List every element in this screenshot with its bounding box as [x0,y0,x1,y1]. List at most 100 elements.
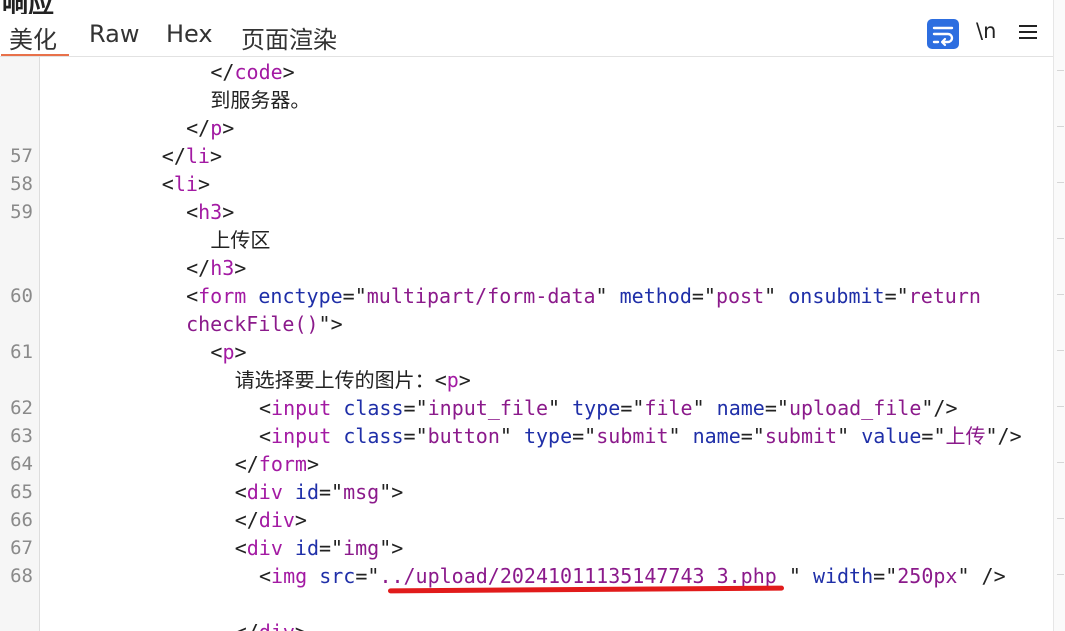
code-token: div [246,536,283,560]
code-token: div [259,620,295,631]
code-token: < [259,424,272,448]
code-token: > [306,452,319,476]
line-number: 67 [10,537,33,559]
show-newlines-button[interactable]: \n [976,19,996,43]
line-number: 66 [10,509,33,531]
code-line: 60 <form enctype="multipart/form-data" me… [0,282,1053,310]
code-token: " [692,396,717,420]
line-number: 62 [10,397,33,419]
line-number: 58 [10,173,33,195]
code-token: post [715,284,765,308]
tab-hex[interactable]: Hex [166,20,213,50]
code-line: 请选择要上传的图片：<p> [0,366,1053,394]
code-token: input [271,424,332,448]
code-token: onsubmit [788,284,885,308]
code-text: </code> [210,58,294,86]
code-token: =" [355,564,380,588]
code-token: " [499,424,524,448]
code-token: 到服务器。 [210,88,311,112]
code-token: img [271,564,308,588]
line-number: 61 [10,341,33,363]
tab-render[interactable]: 页面渲染 [241,20,337,54]
code-token: </ [161,144,186,168]
tab-pretty[interactable]: 美化 [1,20,69,56]
code-token: =" [620,396,645,420]
code-token: " [764,284,789,308]
code-text: <p> [210,338,246,366]
code-token: =" [764,396,789,420]
hamburger-menu-icon [1019,25,1037,39]
code-line: 上传区 [0,226,1053,254]
code-token: type [523,424,573,448]
code-token: value [861,424,922,448]
code-token: name [716,396,765,420]
code-token: > [458,368,471,392]
code-text: </li> [162,142,222,170]
code-token: msg [343,480,380,504]
code-token: " [837,424,862,448]
code-token: checkFile() [186,312,319,336]
scrollbar-marker [1057,126,1064,127]
code-token: < [234,480,247,504]
line-number: 60 [10,285,33,307]
scrollbar-marker [1057,70,1064,71]
code-line: 57 </li> [0,142,1053,170]
code-token: button [427,424,500,448]
vertical-scrollbar[interactable] [1053,0,1065,631]
wrap-lines-button[interactable] [927,19,959,49]
code-token: > [282,60,295,84]
code-token: id [294,480,319,504]
code-token: enctype [258,284,343,308]
code-text: </div> [235,618,307,631]
code-token: > [222,200,235,224]
scrollbar-marker [1057,518,1064,519]
code-token: < [161,172,174,196]
window-title: 响应 [2,0,54,14]
code-text: </h3> [186,254,246,282]
code-token: "/> [921,396,958,420]
code-token: 250px [897,564,958,588]
code-token: =" [403,424,428,448]
code-token: > [295,620,307,631]
code-text: <input class="input_file" type="file" na… [259,394,958,422]
code-token: src [319,564,356,588]
code-text: <li> [162,170,210,198]
code-token: class [343,396,404,420]
code-token: </ [186,116,211,140]
tab-raw[interactable]: Raw [89,20,139,50]
code-token: </ [234,508,259,532]
code-token: "/> [985,424,1022,448]
code-token: 请选择要上传的图片： [234,368,435,392]
code-token: =" [572,424,597,448]
code-token: submit [764,424,838,448]
code-token: p [222,340,235,364]
code-line: 61 <p> [0,338,1053,366]
line-number: 59 [10,201,33,223]
code-text: <input class="button" type="submit" name… [259,422,1022,450]
code-line: </p> [0,114,1053,142]
code-view[interactable]: </code> 到服务器。 </p> 57 </li> 58 <li> 59 <h3> 上传区 </… [0,57,1053,631]
scrollbar-marker [1057,462,1064,463]
code-text: 到服务器。 [210,86,310,114]
code-token: " [548,396,573,420]
line-number: 63 [10,425,33,447]
menu-button[interactable] [1018,20,1038,44]
code-token: =" [921,424,946,448]
code-token: 上传区 [210,228,271,252]
line-number: 57 [10,145,33,167]
scrollbar-marker [1057,350,1064,351]
code-token: < [259,564,272,588]
code-token: < [434,368,447,392]
code-token: =" [319,536,344,560]
code-token: </ [210,60,235,84]
code-line: </code> [0,58,1053,86]
code-text: </form> [235,450,319,478]
line-number: 68 [10,565,33,587]
code-token: < [234,536,247,560]
code-token: submit [596,424,669,448]
code-token: </ [235,620,259,631]
code-token: li [173,172,198,196]
